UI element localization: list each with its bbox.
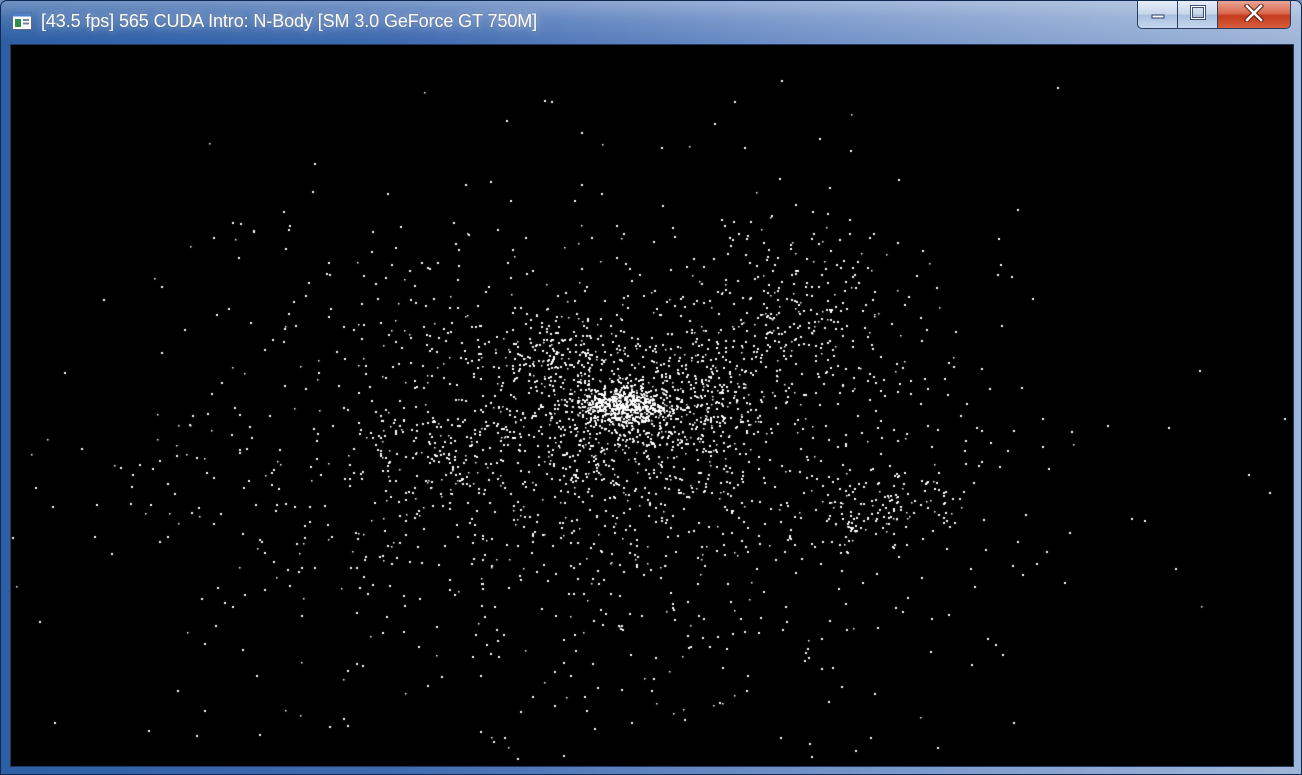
title-bar[interactable]: [43.5 fps] 565 CUDA Intro: N-Body [SM 3.… (1, 1, 1301, 41)
application-window: [43.5 fps] 565 CUDA Intro: N-Body [SM 3.… (0, 0, 1302, 775)
window-title: [43.5 fps] 565 CUDA Intro: N-Body [SM 3.… (41, 11, 538, 31)
minimize-icon (1150, 5, 1166, 24)
render-viewport[interactable] (10, 44, 1294, 767)
application-icon[interactable] (12, 12, 32, 30)
close-button[interactable] (1217, 1, 1291, 29)
close-icon (1243, 2, 1265, 26)
particle-field (11, 45, 1293, 766)
caption-buttons (1137, 1, 1291, 31)
maximize-button[interactable] (1177, 1, 1217, 29)
minimize-button[interactable] (1137, 1, 1177, 29)
maximize-icon (1189, 4, 1207, 25)
